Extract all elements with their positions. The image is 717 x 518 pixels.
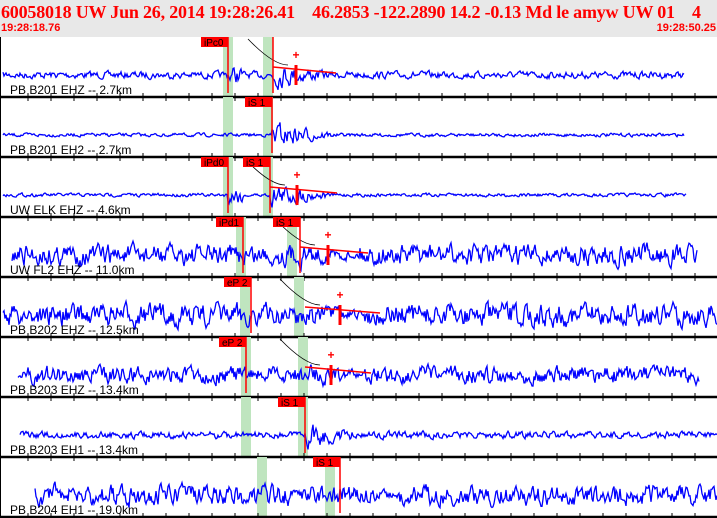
pick-window — [263, 37, 273, 97]
pick-label: iPd0 — [204, 158, 224, 169]
seismogram-panel[interactable]: +iPc0PB B201 EHZ -- 2.7kmiS 1PB B201 EH2… — [0, 37, 717, 518]
pick-label: iPc0 — [204, 38, 224, 49]
amplitude-bar — [294, 65, 298, 85]
trace-row[interactable]: +iPd0 iS 1UW ELK EHZ -- 4.6km — [0, 157, 717, 221]
amplitude-marker-icon: + — [327, 348, 334, 362]
amplitude-bar — [326, 245, 330, 265]
trace-row[interactable]: +eP 2PB B202 EHZ -- 12.5km — [0, 277, 717, 341]
pick-label: iS 1 — [316, 458, 334, 469]
amplitude-bar — [338, 305, 342, 325]
pick-window — [241, 397, 251, 457]
coda-fit-line — [304, 306, 381, 314]
waveform — [2, 122, 685, 144]
pick-window — [294, 277, 304, 337]
trace-row[interactable]: + iPd1 iS 1 UW FL2 EHZ -- 11.0km — [0, 217, 717, 281]
pick-label: eP 2 — [222, 338, 243, 349]
coda-fit-line — [272, 66, 337, 74]
amplitude-marker-icon: + — [292, 48, 299, 62]
pick-label: iPd1 — [219, 218, 239, 229]
pick-label: iS 1 — [276, 218, 294, 229]
end-time: 19:28:50.25 — [656, 22, 716, 34]
pick-label: iS 1 — [248, 98, 266, 109]
amplitude-marker-icon: + — [293, 168, 300, 182]
amplitude-bar — [329, 365, 333, 385]
trace-row[interactable]: +eP 2PB B203 EHZ -- 13.4km — [0, 337, 717, 401]
trace-row[interactable]: iS 1PB B204 EH1 -- 19.0km — [0, 457, 717, 518]
amplitude-bar — [295, 185, 299, 205]
trace-row[interactable]: +iPc0PB B201 EHZ -- 2.7km — [0, 37, 717, 101]
pick-window — [223, 97, 233, 157]
start-time: 19:28:18.76 — [1, 22, 61, 34]
channel-label: UW FL2 EHZ -- 11.0km — [10, 263, 134, 277]
event-title: 60058018 UW Jun 26, 2014 19:28:26.41 46.… — [1, 2, 701, 22]
trace-row[interactable]: iS 1PB B203 EH1 -- 13.4km — [0, 397, 717, 461]
event-header: 60058018 UW Jun 26, 2014 19:28:26.41 46.… — [0, 0, 717, 37]
amplitude-marker-icon: + — [324, 228, 331, 242]
pick-label: iS 1 — [281, 398, 299, 409]
trace-row[interactable]: iS 1PB B201 EH2 -- 2.7km — [0, 97, 717, 161]
amplitude-marker-icon: + — [336, 288, 343, 302]
pick-label: iS 1 — [246, 158, 264, 169]
pick-label: eP 2 — [227, 278, 248, 289]
